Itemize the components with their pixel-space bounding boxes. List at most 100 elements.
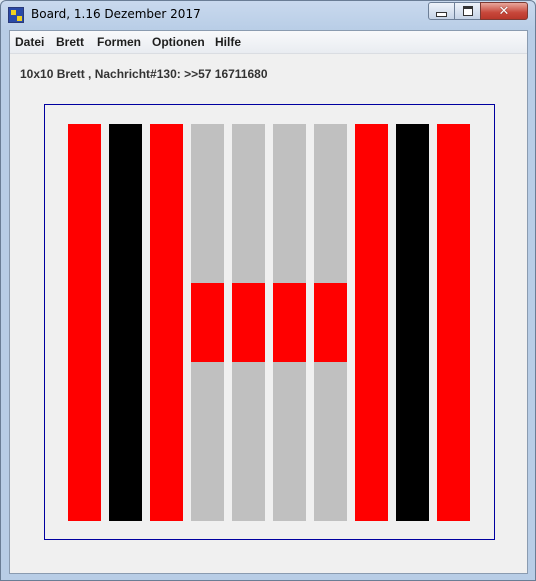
board-cell-5-9[interactable]: [232, 442, 265, 481]
board-cell-10-9[interactable]: [437, 442, 470, 481]
board-cell-4-9[interactable]: [191, 442, 224, 481]
board-cell-6-8[interactable]: [273, 402, 306, 442]
board-cell-4-7[interactable]: [191, 362, 224, 402]
board-column-10[interactable]: [437, 124, 470, 521]
menu-brett[interactable]: Brett: [56, 35, 84, 49]
board-cell-9-7[interactable]: [396, 362, 429, 402]
board-cell-1-9[interactable]: [68, 442, 101, 481]
board-cell-10-10[interactable]: [437, 481, 470, 521]
menu-datei[interactable]: Datei: [15, 35, 44, 49]
board-cell-4-10[interactable]: [191, 481, 224, 521]
board-column-9[interactable]: [396, 124, 429, 521]
board-cell-9-2[interactable]: [396, 164, 429, 203]
board-cell-7-2[interactable]: [314, 164, 347, 203]
menu-optionen[interactable]: Optionen: [152, 35, 205, 49]
board-cell-5-6[interactable]: [232, 323, 265, 362]
board-cell-5-8[interactable]: [232, 402, 265, 442]
board-cell-2-8[interactable]: [109, 402, 142, 442]
board-cell-1-6[interactable]: [68, 323, 101, 362]
board-cell-4-4[interactable]: [191, 243, 224, 283]
board-cell-5-10[interactable]: [232, 481, 265, 521]
board-cell-3-2[interactable]: [150, 164, 183, 203]
board-column-3[interactable]: [150, 124, 183, 521]
menu-hilfe[interactable]: Hilfe: [215, 35, 241, 49]
board-cell-8-9[interactable]: [355, 442, 388, 481]
board-cell-3-10[interactable]: [150, 481, 183, 521]
board-cell-10-2[interactable]: [437, 164, 470, 203]
board-cell-1-3[interactable]: [68, 203, 101, 243]
board-cell-9-8[interactable]: [396, 402, 429, 442]
board-cell-3-5[interactable]: [150, 283, 183, 323]
board-cell-3-7[interactable]: [150, 362, 183, 402]
board-cell-5-3[interactable]: [232, 203, 265, 243]
app-icon[interactable]: [8, 7, 24, 23]
board-cell-4-5[interactable]: [191, 283, 224, 323]
board-cell-1-5[interactable]: [68, 283, 101, 323]
menu-formen[interactable]: Formen: [97, 35, 141, 49]
board-cell-4-1[interactable]: [191, 124, 224, 164]
board-cell-2-7[interactable]: [109, 362, 142, 402]
board-cell-3-9[interactable]: [150, 442, 183, 481]
board-cell-5-7[interactable]: [232, 362, 265, 402]
board-cell-9-5[interactable]: [396, 283, 429, 323]
board-cell-1-4[interactable]: [68, 243, 101, 283]
board-cell-8-2[interactable]: [355, 164, 388, 203]
board-column-2[interactable]: [109, 124, 142, 521]
board-cell-4-8[interactable]: [191, 402, 224, 442]
board-cell-10-1[interactable]: [437, 124, 470, 164]
board-cell-6-6[interactable]: [273, 323, 306, 362]
board-cell-6-7[interactable]: [273, 362, 306, 402]
board-cell-10-4[interactable]: [437, 243, 470, 283]
board-cell-1-2[interactable]: [68, 164, 101, 203]
close-button[interactable]: ✕: [480, 2, 528, 20]
board-cell-7-3[interactable]: [314, 203, 347, 243]
board-cell-2-9[interactable]: [109, 442, 142, 481]
board-cell-7-10[interactable]: [314, 481, 347, 521]
board-cell-2-1[interactable]: [109, 124, 142, 164]
board-cell-7-6[interactable]: [314, 323, 347, 362]
game-board[interactable]: [44, 104, 495, 540]
board-cell-3-8[interactable]: [150, 402, 183, 442]
board-column-8[interactable]: [355, 124, 388, 521]
board-cell-8-6[interactable]: [355, 323, 388, 362]
board-cell-3-3[interactable]: [150, 203, 183, 243]
board-cell-2-6[interactable]: [109, 323, 142, 362]
board-cell-10-3[interactable]: [437, 203, 470, 243]
board-cell-8-1[interactable]: [355, 124, 388, 164]
board-cell-4-2[interactable]: [191, 164, 224, 203]
board-cell-4-3[interactable]: [191, 203, 224, 243]
board-cell-9-1[interactable]: [396, 124, 429, 164]
board-cell-1-1[interactable]: [68, 124, 101, 164]
board-cell-8-4[interactable]: [355, 243, 388, 283]
board-cell-9-9[interactable]: [396, 442, 429, 481]
board-cell-6-5[interactable]: [273, 283, 306, 323]
board-cell-6-2[interactable]: [273, 164, 306, 203]
board-cell-7-5[interactable]: [314, 283, 347, 323]
board-cell-2-10[interactable]: [109, 481, 142, 521]
board-column-7[interactable]: [314, 124, 347, 521]
board-cell-1-10[interactable]: [68, 481, 101, 521]
board-cell-2-5[interactable]: [109, 283, 142, 323]
board-cell-9-4[interactable]: [396, 243, 429, 283]
board-cell-10-8[interactable]: [437, 402, 470, 442]
board-column-1[interactable]: [68, 124, 101, 521]
board-cell-8-10[interactable]: [355, 481, 388, 521]
board-column-6[interactable]: [273, 124, 306, 521]
board-cell-10-6[interactable]: [437, 323, 470, 362]
board-cell-4-6[interactable]: [191, 323, 224, 362]
board-cell-3-1[interactable]: [150, 124, 183, 164]
board-cell-10-7[interactable]: [437, 362, 470, 402]
board-cell-5-2[interactable]: [232, 164, 265, 203]
board-cell-7-7[interactable]: [314, 362, 347, 402]
board-cell-8-5[interactable]: [355, 283, 388, 323]
board-column-4[interactable]: [191, 124, 224, 521]
board-cell-10-5[interactable]: [437, 283, 470, 323]
board-cell-2-3[interactable]: [109, 203, 142, 243]
board-cell-5-5[interactable]: [232, 283, 265, 323]
board-cell-2-4[interactable]: [109, 243, 142, 283]
board-column-5[interactable]: [232, 124, 265, 521]
board-cell-7-9[interactable]: [314, 442, 347, 481]
board-cell-5-1[interactable]: [232, 124, 265, 164]
board-cell-7-8[interactable]: [314, 402, 347, 442]
board-cell-3-4[interactable]: [150, 243, 183, 283]
